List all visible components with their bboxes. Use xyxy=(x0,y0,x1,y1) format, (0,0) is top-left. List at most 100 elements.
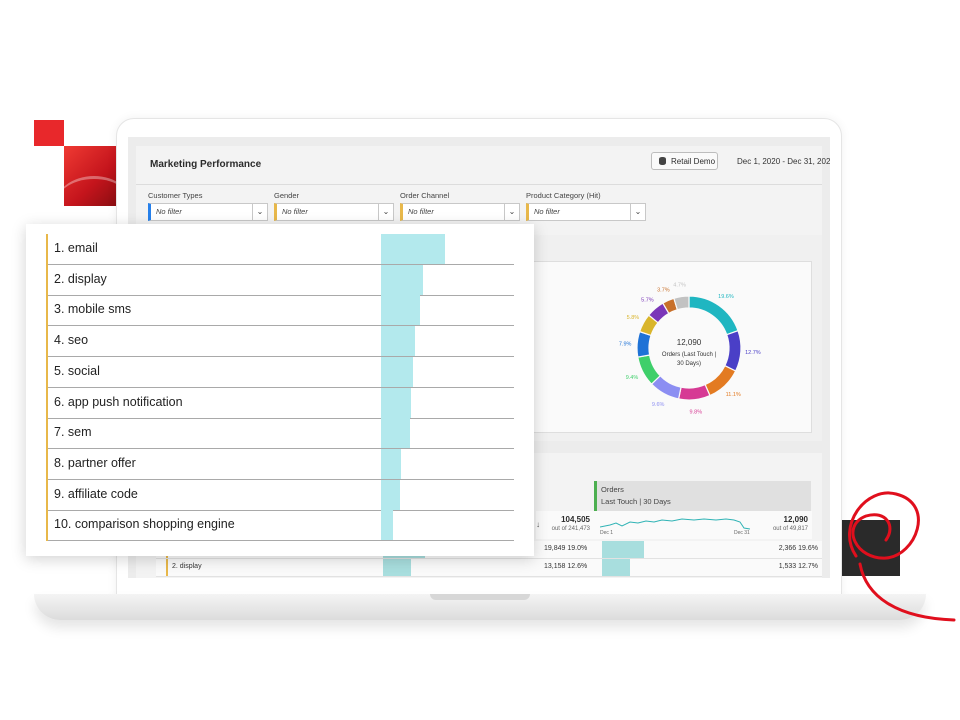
row-accent xyxy=(46,326,48,358)
total-b: 12,090 xyxy=(783,515,808,524)
donut-slice-label: 12.7% xyxy=(745,350,761,356)
donut-slice[interactable] xyxy=(688,295,739,336)
row-accent xyxy=(46,479,48,511)
filter-value: No filter xyxy=(408,207,434,216)
list-item-bar xyxy=(381,295,420,326)
filter-value: No filter xyxy=(282,207,308,216)
list-item-label: 8. partner offer xyxy=(54,455,136,470)
row-accent xyxy=(46,448,48,480)
filter-value: No filter xyxy=(534,207,560,216)
orders-column-header[interactable]: Orders Last Touch | 30 Days xyxy=(594,481,811,511)
donut-slice-label: 5.7% xyxy=(641,297,654,303)
donut-slice-label: 4.7% xyxy=(673,283,686,289)
donut-slice[interactable] xyxy=(704,364,737,397)
list-item-label: 10. comparison shopping engine xyxy=(54,517,235,532)
donut-slice[interactable] xyxy=(673,295,690,311)
list-item-bar xyxy=(381,510,393,541)
sparkline-start: Dec 1 xyxy=(600,530,614,536)
sparkline xyxy=(600,518,750,530)
list-item-label: 3. mobile sms xyxy=(54,302,132,317)
brand-red-tab xyxy=(34,120,64,146)
table-row[interactable]: 2. display 13,158 12.6% 1,533 12.7% xyxy=(156,559,822,577)
retail-demo-button[interactable]: Retail Demo xyxy=(651,152,718,170)
list-item[interactable]: 2. display xyxy=(46,264,514,296)
laptop-notch xyxy=(430,594,530,600)
list-item-label: 6. app push notification xyxy=(54,394,183,409)
donut-slice-label: 11.1% xyxy=(726,392,741,398)
donut-slice[interactable] xyxy=(637,354,662,385)
list-item[interactable]: 9. affiliate code xyxy=(46,479,514,511)
donut-slice[interactable] xyxy=(724,329,742,372)
row-accent xyxy=(46,387,48,419)
row-accent xyxy=(46,264,48,296)
donut-slice[interactable] xyxy=(677,383,711,401)
filter-label: Customer Types xyxy=(148,191,203,200)
list-item[interactable]: 4. seo xyxy=(46,326,514,358)
donut-slice[interactable] xyxy=(636,330,652,358)
retail-demo-label: Retail Demo xyxy=(671,156,716,166)
donut-center-value: 12,090 xyxy=(677,338,702,347)
database-icon xyxy=(659,157,666,165)
chevron-down-icon[interactable]: ⌄ xyxy=(252,204,267,220)
list-item-label: 5. social xyxy=(54,363,100,378)
filter-dropdown[interactable]: No filter ⌄ xyxy=(274,203,394,221)
list-item-bar xyxy=(381,387,411,418)
page-title: Marketing Performance xyxy=(150,159,262,170)
list-item-label: 9. affiliate code xyxy=(54,486,138,501)
donut-center-label: 30 Days) xyxy=(677,361,701,367)
list-item-bar xyxy=(381,326,415,357)
brand-dark-square xyxy=(842,520,900,576)
channel-breakdown-panel: 1. email 2. display 3. mobile sms 4. seo 5. … xyxy=(26,224,534,556)
donut-slice-label: 9.8% xyxy=(690,410,703,416)
list-item[interactable]: 8. partner offer xyxy=(46,448,514,480)
list-item-label: 4. seo xyxy=(54,333,89,348)
list-item[interactable]: 5. social xyxy=(46,356,514,388)
list-item-bar xyxy=(381,356,413,387)
totals-row: ↓ 104,505 out of 241,473 Dec 1 Dec 31 12… xyxy=(536,511,812,539)
date-range[interactable]: Dec 1, 2020 - Dec 31, 2020 xyxy=(737,157,830,166)
list-item-bar xyxy=(381,264,423,295)
donut-chart[interactable]: 19.6%12.7%11.1%9.8%9.6%9.4%7.9%5.8%5.7%3… xyxy=(569,262,809,432)
row-accent xyxy=(46,295,48,327)
row-accent xyxy=(46,510,48,542)
list-item-bar xyxy=(381,418,410,449)
list-item-label: 2. display xyxy=(54,271,107,286)
donut-slice-label: 9.6% xyxy=(652,402,665,408)
filter-dropdown[interactable]: No filter ⌄ xyxy=(148,203,268,221)
chevron-down-icon[interactable]: ⌄ xyxy=(630,204,645,220)
sparkline-end: Dec 31 xyxy=(734,530,750,536)
row-bar-b xyxy=(602,541,644,558)
filter-customer-types: Customer Types No filter ⌄ xyxy=(148,191,268,221)
orders-header-title: Orders xyxy=(601,485,624,494)
row-value-b: 1,533 12.7% xyxy=(778,563,818,570)
filter-order-channel: Order Channel No filter ⌄ xyxy=(400,191,520,221)
chevron-down-icon[interactable]: ⌄ xyxy=(378,204,393,220)
brand-red-square xyxy=(64,146,116,206)
filter-gender: Gender No filter ⌄ xyxy=(274,191,394,221)
row-value-a: 13,158 12.6% xyxy=(544,563,588,570)
list-item[interactable]: 1. email xyxy=(46,234,514,265)
list-item[interactable]: 3. mobile sms xyxy=(46,295,514,327)
donut-slice-label: 9.4% xyxy=(626,375,639,381)
list-item-bar xyxy=(381,479,400,510)
list-item-bar xyxy=(381,448,401,479)
total-a: 104,505 xyxy=(561,515,590,524)
chevron-down-icon[interactable]: ⌄ xyxy=(504,204,519,220)
list-item[interactable]: 10. comparison shopping engine xyxy=(46,510,514,542)
donut-slice-label: 5.8% xyxy=(627,315,640,321)
total-b-sub: out of 49,817 xyxy=(772,526,808,532)
filter-dropdown[interactable]: No filter ⌄ xyxy=(400,203,520,221)
row-accent xyxy=(166,559,168,576)
filter-dropdown[interactable]: No filter ⌄ xyxy=(526,203,646,221)
list-item[interactable]: 7. sem xyxy=(46,418,514,450)
row-value-a: 19,849 19.0% xyxy=(544,545,588,552)
filter-product-category: Product Category (Hit) No filter ⌄ xyxy=(526,191,646,221)
sort-arrow-down-icon[interactable]: ↓ xyxy=(536,520,540,529)
list-item[interactable]: 6. app push notification xyxy=(46,387,514,419)
row-value-b: 2,366 19.6% xyxy=(778,545,818,552)
row-accent xyxy=(46,418,48,450)
header-divider xyxy=(136,184,822,185)
row-accent xyxy=(46,234,48,265)
orders-header-sub: Last Touch | 30 Days xyxy=(601,497,671,506)
donut-slice-label: 7.9% xyxy=(619,341,632,347)
